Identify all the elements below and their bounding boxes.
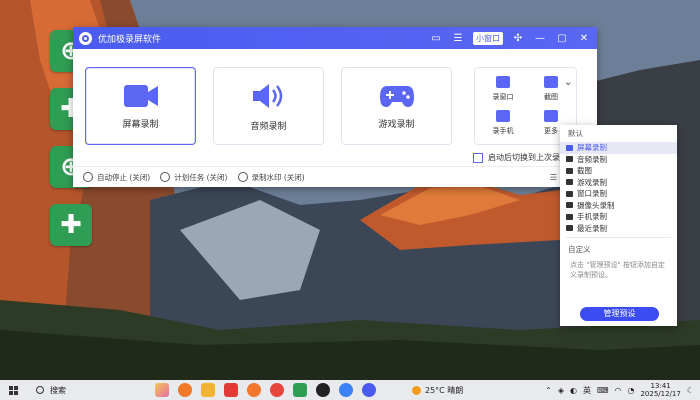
checkbox[interactable]: [473, 152, 483, 163]
chevron-up-icon[interactable]: ⌃: [545, 386, 552, 395]
qq-icon[interactable]: [316, 383, 330, 397]
windows-start-icon[interactable]: [9, 385, 18, 395]
close-icon[interactable]: ✕: [577, 31, 591, 45]
maximize-icon[interactable]: ▢: [555, 31, 569, 45]
watermark-icon: [237, 172, 248, 182]
record-window-button[interactable]: 录窗口: [483, 76, 523, 102]
preset-game-record[interactable]: 游戏录制: [560, 177, 677, 189]
gamepad-icon: [379, 85, 414, 107]
app-logo-icon: [79, 31, 92, 45]
sun-icon: [412, 385, 421, 395]
auto-stop-button[interactable]: 自动停止 (关闭): [83, 172, 150, 183]
recorder-window: 优加极录屏软件 ▭ ☰ 小窗口 ✣ — ▢ ✕ 屏幕录制 音频录制 游戏录制 录…: [73, 27, 597, 187]
volume-icon[interactable]: ◐: [570, 386, 577, 395]
green-app-icon[interactable]: [293, 383, 307, 397]
divider: [566, 237, 671, 238]
list-icon[interactable]: ☰: [550, 173, 557, 182]
wifi-icon[interactable]: ◠: [615, 386, 622, 395]
speaker-icon: [566, 156, 573, 163]
preset-dropdown: 默认 屏幕录制 音频录制 截图 游戏录制 窗口录制 摄像头录制 手机录制 最近录…: [560, 125, 677, 326]
phone-icon: [566, 213, 573, 220]
card-label: 音频录制: [250, 121, 287, 132]
game-record-card[interactable]: 游戏录制: [341, 67, 452, 145]
audio-record-card[interactable]: 音频录制: [213, 67, 324, 145]
firefox-icon[interactable]: [247, 383, 261, 397]
clock-icon: [566, 225, 573, 232]
window-icon: [496, 76, 510, 88]
desktop-app-icon-4[interactable]: ✚: [50, 204, 92, 246]
chat-icon[interactable]: ▭: [429, 31, 443, 45]
preset-screen-record[interactable]: 屏幕录制: [560, 142, 677, 154]
default-section-label: 默认: [568, 129, 583, 138]
network-icon[interactable]: ◈: [558, 386, 564, 395]
clock[interactable]: 13:41 2025/12/17: [640, 382, 680, 398]
taskbar: 搜索 25°C 晴朗 ⌃ ◈ ◐ 英 ⌨ ◠ ◔ 13:41 2025/12/1…: [0, 380, 700, 400]
webcam-icon: [566, 202, 573, 209]
wps-icon[interactable]: [224, 383, 238, 397]
menu-icon[interactable]: ☰: [451, 31, 465, 45]
clock-icon: [83, 172, 93, 182]
card-label: 屏幕录制: [122, 119, 159, 130]
card-label: 游戏录制: [378, 119, 415, 130]
screen-record-card[interactable]: 屏幕录制: [85, 67, 196, 145]
record-phone-button[interactable]: 录手机: [483, 110, 523, 136]
copilot-icon[interactable]: [155, 383, 169, 397]
preset-audio-record[interactable]: 音频录制: [560, 154, 677, 166]
phone-icon: [496, 110, 510, 122]
pin-icon[interactable]: ✣: [511, 31, 525, 45]
search-app-icon[interactable]: [178, 383, 192, 397]
schedule-button[interactable]: 计划任务 (关闭): [160, 172, 228, 183]
speaker-icon: [252, 83, 282, 108]
weibo-icon[interactable]: [270, 383, 284, 397]
camera-icon: [123, 84, 158, 107]
preset-window-record[interactable]: 窗口录制: [560, 188, 677, 200]
gamepad-icon: [566, 179, 573, 186]
preset-recent-record[interactable]: 最近录制: [560, 223, 677, 235]
preset-screenshot[interactable]: 截图: [560, 165, 677, 177]
custom-hint-text: 点击 "管理预设" 按钮添加自定义录制预设。: [570, 261, 665, 279]
screenshot-icon: [544, 76, 558, 88]
taskbar-search[interactable]: 搜索: [36, 385, 146, 396]
minimize-icon[interactable]: —: [533, 31, 547, 45]
alarm-icon: [160, 172, 171, 182]
ime-indicator[interactable]: 英: [583, 385, 591, 396]
notification-icon[interactable]: ☾: [687, 386, 694, 395]
recorder-app-icon[interactable]: [362, 383, 376, 397]
camera-icon: [566, 144, 573, 151]
speaker-tray-icon[interactable]: ◔: [627, 386, 634, 395]
watermark-button[interactable]: 录制水印 (关闭): [237, 172, 305, 183]
manage-presets-button[interactable]: 管理预设: [580, 307, 659, 321]
window-title: 优加极录屏软件: [98, 34, 162, 45]
blue-app-icon[interactable]: [339, 383, 353, 397]
switch-last-record-option[interactable]: 启动后切换到上次录制: [473, 152, 568, 163]
screenshot-icon: [566, 167, 573, 174]
chevron-down-icon[interactable]: ⌄: [564, 77, 572, 88]
search-icon: [36, 386, 44, 394]
custom-section-label: 自定义: [568, 245, 591, 254]
small-window-button[interactable]: 小窗口: [473, 31, 503, 45]
keyboard-icon[interactable]: ⌨: [597, 386, 609, 395]
title-bar[interactable]: 优加极录屏软件 ▭ ☰ 小窗口 ✣ — ▢ ✕: [73, 27, 597, 49]
preset-phone-record[interactable]: 手机录制: [560, 211, 677, 223]
window-icon: [566, 190, 573, 197]
file-explorer-icon[interactable]: [201, 383, 215, 397]
weather-widget[interactable]: 25°C 晴朗: [412, 385, 463, 396]
grid-icon: [544, 110, 558, 122]
system-tray: ⌃ ◈ ◐ 英 ⌨ ◠ ◔ 13:41 2025/12/17 ☾: [545, 382, 694, 398]
bottom-toolbar: 自动停止 (关闭) 计划任务 (关闭) 录制水印 (关闭) ☰: [73, 166, 597, 187]
preset-webcam-record[interactable]: 摄像头录制: [560, 200, 677, 212]
